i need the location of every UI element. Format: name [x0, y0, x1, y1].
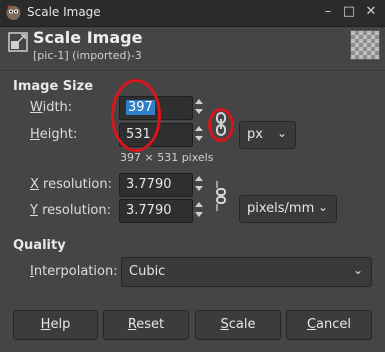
window-title: Scale Image: [27, 5, 101, 19]
dialog-title: Scale Image: [33, 28, 143, 47]
cancel-button[interactable]: Cancel: [286, 310, 372, 340]
reset-button[interactable]: Reset: [103, 310, 189, 340]
gimp-app-icon: [5, 4, 22, 21]
header-divider: [0, 70, 385, 71]
width-label: Width:: [30, 100, 73, 115]
width-spinner[interactable]: [192, 96, 206, 118]
chevron-down-icon: ⌄: [276, 126, 287, 140]
height-spinner[interactable]: [192, 123, 206, 145]
title-bar[interactable]: Scale Image – □ ✕: [0, 0, 385, 27]
minimize-icon[interactable]: –: [319, 3, 337, 21]
image-name: [pic-1] (imported)-3: [33, 49, 142, 62]
annotation-circle-size-fields: [111, 79, 161, 152]
x-resolution-spinner[interactable]: [192, 173, 206, 195]
y-resolution-label: Y resolution:: [30, 203, 112, 218]
x-resolution-label: X resolution:: [30, 177, 112, 192]
resolution-unit-dropdown[interactable]: pixels/mm ⌄: [239, 195, 337, 223]
maximize-icon[interactable]: □: [340, 3, 358, 21]
scale-button[interactable]: Scale: [195, 310, 281, 340]
quality-heading: Quality: [13, 238, 66, 253]
pixel-size-info: 397 × 531 pixels: [120, 151, 214, 164]
y-resolution-input[interactable]: 3.7790: [119, 199, 193, 223]
close-icon[interactable]: ✕: [362, 3, 380, 21]
y-resolution-spinner[interactable]: [192, 199, 206, 221]
unit-dropdown[interactable]: px ⌄: [239, 121, 296, 149]
help-button[interactable]: Help: [13, 310, 98, 340]
x-resolution-input[interactable]: 3.7790: [119, 173, 193, 197]
annotation-circle-chain: [208, 108, 234, 142]
chain-broken-icon[interactable]: [214, 179, 228, 211]
height-label: Height:: [30, 127, 78, 142]
image-preview: [350, 30, 380, 60]
chevron-down-icon: ⌄: [317, 200, 328, 214]
image-size-heading: Image Size: [13, 79, 94, 94]
interpolation-label: Interpolation:: [30, 264, 118, 279]
scale-image-icon: [8, 32, 28, 52]
chevron-down-icon: ⌄: [352, 263, 363, 277]
interpolation-dropdown[interactable]: Cubic ⌄: [121, 257, 372, 287]
